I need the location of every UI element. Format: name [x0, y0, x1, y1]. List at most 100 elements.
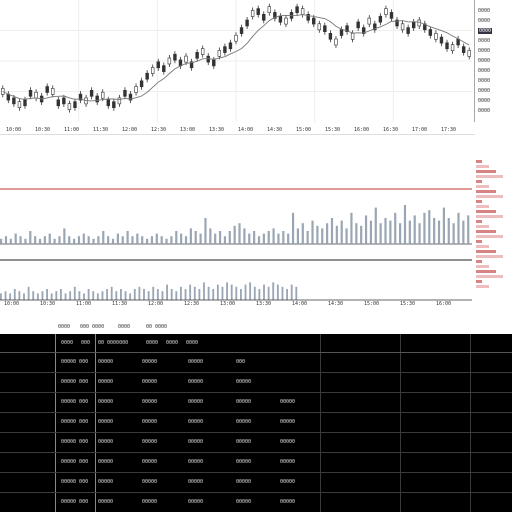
time-tick-label: 17:30 [441, 127, 456, 133]
depth-bar [476, 285, 489, 288]
volume-bar [147, 291, 150, 300]
candle-body [350, 32, 355, 40]
volume-bar [133, 289, 136, 300]
volume-bar [156, 289, 159, 300]
candle-body [439, 36, 444, 44]
table-row[interactable]: 00000 000 00000 00000 00000 00000 00000 [0, 412, 512, 433]
volume-bar [87, 289, 90, 300]
volume-bar [413, 215, 416, 244]
depth-bar [476, 220, 482, 223]
candle-body [284, 17, 288, 25]
header-cell[interactable]: 0000 [186, 334, 198, 352]
volume-bar [55, 291, 58, 300]
candle-body [12, 97, 16, 105]
volume-chart-2[interactable]: 10:00 10:30 11:00 11:30 12:00 12:30 13:00 13:30… [0, 246, 475, 306]
candle-body [162, 65, 166, 72]
candle-body [278, 15, 283, 23]
candle-body [295, 6, 299, 13]
volume-bar [175, 291, 178, 300]
volume-pane-2[interactable]: 10:00 10:30 11:00 11:30 12:00 12:30 13:00 13:30… [0, 246, 475, 306]
candle-body [312, 17, 316, 25]
table-cell: 00000 [188, 439, 204, 445]
volume-bar [145, 238, 149, 244]
volume-bar [170, 236, 173, 244]
candle-body [195, 51, 199, 59]
header-cell[interactable]: 0000 [61, 334, 73, 352]
volume-bar [194, 231, 197, 244]
volume-bar [9, 293, 12, 300]
table-cell: 00000 000 [61, 379, 89, 385]
table-row[interactable]: 00000 000 00000 00000 00000 00000 00000 [0, 432, 512, 453]
volume-bar [115, 291, 118, 300]
depth-bar [476, 280, 482, 283]
candle-body [250, 10, 255, 17]
volume-pane-1[interactable] [0, 134, 475, 247]
candle-body [28, 90, 33, 97]
price-axis[interactable]: 0000 0000 0000 0000 0000 0000 0000 0000 0000 0000… [474, 0, 512, 306]
volume-bar [316, 225, 319, 244]
header-cell[interactable]: 00 0000000 [98, 334, 128, 352]
candle-body [34, 91, 38, 99]
volume-bar [18, 291, 21, 300]
volume-bar [408, 220, 411, 244]
volume-bar [301, 223, 304, 244]
candle-body [17, 101, 22, 108]
candle-body [323, 25, 327, 33]
volume-bar [150, 236, 154, 244]
volume-bar [423, 212, 426, 244]
header-cell[interactable]: 000 [81, 334, 90, 352]
volume-bar [360, 225, 363, 244]
table-cell: 00000 [188, 419, 204, 425]
volume-bar [369, 220, 373, 244]
candle-body [384, 8, 388, 15]
volume-bar [121, 236, 124, 244]
table-row[interactable]: 00000 000 00000 00000 00000 00000 00000 [0, 492, 512, 512]
candle-body [445, 42, 449, 50]
data-table[interactable]: 0000 000 00 0000000 0000 0000 0000 00000… [0, 334, 512, 512]
table-row[interactable]: 00000 000 00000 00000 00000 000 [0, 352, 512, 373]
volume-chart-1[interactable] [0, 135, 475, 247]
table-cell: 00000 [236, 419, 252, 425]
time-tick-label: 12:30 [151, 127, 166, 133]
time-axis-top: 10:00 10:30 11:00 11:30 12:00 12:30 13:00 13:30… [0, 122, 475, 134]
table-row[interactable]: 00000 000 00000 00000 00000 00000 00000 [0, 392, 512, 413]
table-cell: 00000 000 [61, 439, 89, 445]
volume-bar [41, 291, 44, 300]
volume-bar [277, 233, 280, 244]
table-cell: 00000 [188, 459, 204, 465]
table-cell: 000 [236, 359, 246, 365]
volume-bar [155, 233, 158, 244]
table-row[interactable]: 00000 000 00000 00000 00000 00000 00000 [0, 472, 512, 493]
volume-bar [374, 207, 377, 244]
candle-body [200, 48, 205, 55]
price-chart[interactable] [0, 0, 475, 122]
indicator-legend-row: 0000 000 0000 0000 00 0000 [0, 306, 512, 334]
header-cell[interactable]: 0000 [146, 334, 158, 352]
volume-bar [203, 282, 205, 300]
table-row[interactable]: 00000 000 00000 00000 00000 00000 00000 [0, 452, 512, 473]
header-cell[interactable]: 0000 [166, 334, 178, 352]
volume-bar [32, 291, 35, 300]
price-chart-pane[interactable] [0, 0, 475, 122]
candle-body [411, 21, 416, 29]
candle-body [156, 61, 160, 69]
volume-bar [189, 284, 192, 300]
candle-body [62, 97, 66, 105]
volume-bar [124, 291, 127, 300]
volume-bar [180, 286, 182, 300]
candle-body [434, 32, 438, 40]
legend-item: 0000 [118, 324, 131, 330]
volume-bar [199, 233, 202, 244]
candle-body [317, 23, 321, 31]
volume-bar [120, 289, 122, 300]
table-cell: 00000 [236, 499, 252, 505]
table-cell: 00000 [236, 459, 252, 465]
volume-bar [272, 228, 275, 244]
table-row[interactable]: 00000 000 00000 00000 00000 00000 [0, 372, 512, 393]
volume-bar [14, 233, 17, 244]
table-cell: 00000 [142, 439, 158, 445]
table-cell: 00000 000 [61, 399, 89, 405]
table-cell: 00000 [236, 379, 252, 385]
volume-bar [102, 231, 105, 244]
volume-bar [248, 233, 251, 244]
